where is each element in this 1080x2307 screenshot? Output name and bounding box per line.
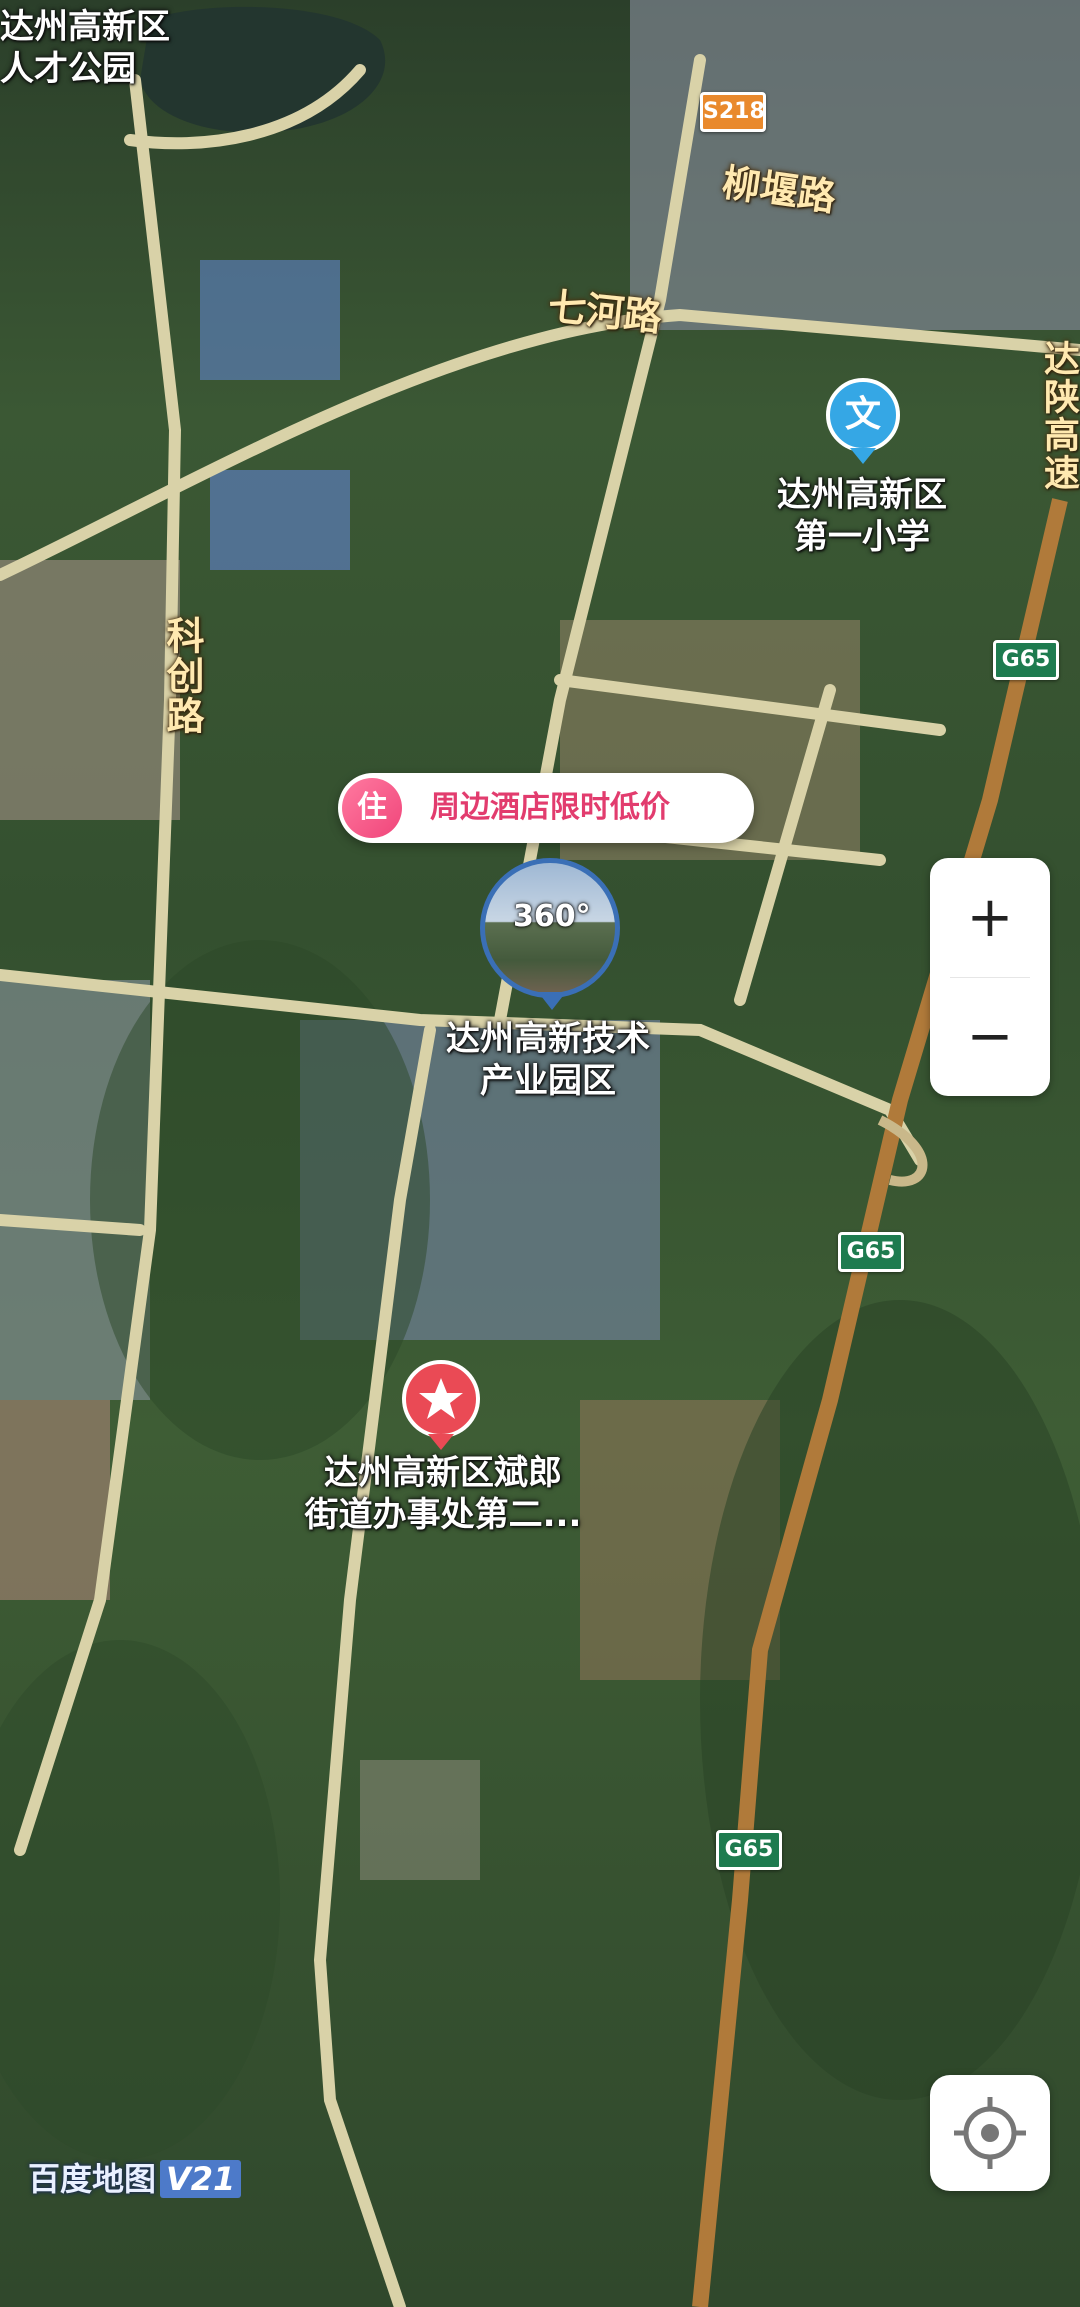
watermark-version: V21 [160, 2160, 242, 2198]
forest [0, 1640, 280, 2160]
town-block [0, 560, 180, 820]
label-talent-park[interactable]: 达州高新区 人才公园 [0, 6, 170, 90]
factory-block [200, 260, 340, 380]
school-pin-tail [850, 448, 876, 464]
shield-g65: G65 [993, 640, 1059, 680]
baidu-map-watermark: 百度地图 V21 [28, 2154, 242, 2200]
map-terrain [0, 0, 1080, 2307]
hotel-promo-bubble[interactable]: 住 周边酒店限时低价 [338, 773, 754, 843]
zoom-in-button[interactable]: + [930, 858, 1050, 977]
shield-g65: G65 [716, 1830, 782, 1870]
town-block [0, 1400, 110, 1600]
poi-pin-tail [428, 1434, 454, 1450]
hotel-icon: 住 [342, 778, 402, 838]
hotel-promo-text: 周边酒店限时低价 [430, 790, 670, 825]
locate-icon [954, 2097, 1026, 2169]
watermark-brand: 百度地图 [28, 2160, 157, 2198]
road-label-kechuang: 科创路 [160, 616, 204, 736]
construction-site [360, 1760, 480, 1880]
label-industrial-park[interactable]: 达州高新技术 产业园区 [446, 1018, 650, 1102]
panorama-marker-tail [538, 992, 566, 1010]
panorama-marker[interactable]: 360° [480, 858, 620, 998]
shield-g65: G65 [838, 1232, 904, 1272]
town-block [630, 0, 1080, 330]
star-icon [419, 1378, 463, 1419]
school-icon: 文 [844, 394, 881, 435]
zoom-out-button[interactable]: − [930, 977, 1050, 1096]
school-pin[interactable]: 文 [826, 378, 900, 452]
lake [140, 6, 386, 133]
zoom-control: + − [930, 858, 1050, 1096]
satellite-map[interactable]: 达州高新区 人才公园 达州高新区 第一小学 达州高新技术 产业园区 达州高新区斌… [0, 0, 1080, 2307]
poi-pin[interactable] [402, 1360, 480, 1438]
label-subdistrict-office[interactable]: 达州高新区斌郎 街道办事处第二... [305, 1452, 582, 1536]
road-label-expressway: 达陕高速 [1038, 340, 1079, 492]
panorama-360-label: 360° [513, 899, 591, 934]
locate-button[interactable] [930, 2075, 1050, 2191]
label-first-primary-school[interactable]: 达州高新区 第一小学 [777, 474, 947, 558]
factory-block [210, 470, 350, 570]
shield-s218: S218 [700, 92, 766, 132]
